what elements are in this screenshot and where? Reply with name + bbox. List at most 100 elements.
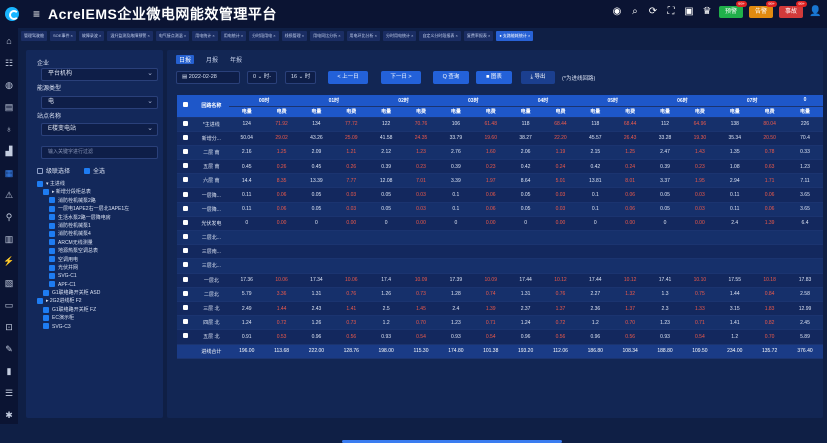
row-checkbox[interactable] xyxy=(182,290,188,296)
tree-node[interactable]: ▸ 新增分段柜总表 xyxy=(37,188,161,196)
tree-node[interactable]: ARCM无线测量 xyxy=(37,239,161,247)
tab-yearly[interactable]: 年报 xyxy=(230,55,242,64)
globe-icon[interactable]: ◍ xyxy=(0,76,18,94)
alert-icon[interactable]: ⚠ xyxy=(0,186,18,204)
header-checkbox[interactable] xyxy=(182,102,188,108)
tab-item[interactable]: SOE事件 × xyxy=(50,31,76,41)
tab-item[interactable]: 用电统计 × xyxy=(220,31,247,41)
hour-from-select[interactable]: 0 ⌄ 时- xyxy=(247,71,278,84)
tab-item[interactable]: 电气接点测温 × xyxy=(155,31,190,41)
table-row[interactable]: 二层北... xyxy=(177,230,823,246)
row-select[interactable] xyxy=(177,117,194,132)
tree-checkbox[interactable] xyxy=(49,247,55,254)
tab-item[interactable]: 自定义分时段报表 × xyxy=(419,31,461,41)
tree-checkbox[interactable] xyxy=(37,298,43,305)
tree-node[interactable]: APF-C1 xyxy=(37,281,161,289)
cascade-select[interactable]: 级联选择 xyxy=(37,166,70,175)
tab-monthly[interactable]: 月报 xyxy=(206,55,218,64)
enterprise-select[interactable]: 平台机构 xyxy=(41,68,158,81)
table-icon[interactable]: ▧ xyxy=(0,274,18,292)
tree-checkbox[interactable] xyxy=(43,323,49,330)
tab-item[interactable]: 故障录波 × xyxy=(78,31,105,41)
tab-item[interactable]: 用电环比分析 × xyxy=(346,31,380,41)
tree-checkbox[interactable] xyxy=(49,214,55,221)
date-picker[interactable]: ▤ 2022-02-28 xyxy=(176,71,240,84)
table-row[interactable]: *主进线 124 71.92 134 77.72 122 70.76 106 61.48 118 6… xyxy=(177,117,823,132)
tree-checkbox[interactable] xyxy=(43,289,49,296)
energy-type-select[interactable]: 电 xyxy=(41,96,158,109)
tree-checkbox[interactable] xyxy=(49,256,55,263)
hour-to-select[interactable]: 16 ⌄ 时 xyxy=(285,71,317,84)
tree-checkbox[interactable] xyxy=(49,264,55,271)
select-col[interactable] xyxy=(177,95,194,118)
home-icon[interactable]: ⌂ xyxy=(0,32,18,50)
row-select[interactable] xyxy=(177,287,194,302)
tree-node[interactable]: 消防栓机械泵4 xyxy=(37,230,161,238)
table-row[interactable]: 三层 北 2.49 1.44 2.43 1.41 2.5 1.45 2.4 1.39 2.37 1.… xyxy=(177,301,823,317)
row-select[interactable] xyxy=(177,244,194,260)
tab-daily[interactable]: 日报 xyxy=(176,55,195,64)
row-checkbox[interactable] xyxy=(182,205,188,211)
tree-checkbox[interactable] xyxy=(43,189,49,196)
grid-icon[interactable]: ▥ xyxy=(0,230,18,248)
tree-checkbox[interactable] xyxy=(43,306,49,313)
row-checkbox[interactable] xyxy=(182,134,188,140)
chart-button[interactable]: ■ 图表 xyxy=(476,71,512,84)
table-row[interactable]: 一层降... 0.11 0.06 0.05 0.03 0.05 0.03 0.1 0.06 0.0… xyxy=(177,187,823,203)
row-select[interactable] xyxy=(177,301,194,317)
edit-icon[interactable]: ✎ xyxy=(0,340,18,358)
monitor-icon[interactable]: ☷ xyxy=(0,54,18,72)
row-select[interactable] xyxy=(177,145,194,161)
tab-item[interactable]: 线损管理 × xyxy=(281,31,308,41)
tab-item[interactable]: 用电统计 × xyxy=(192,31,218,41)
github-icon[interactable]: ◉ xyxy=(611,6,623,18)
tree-node[interactable]: ▸ 2G2进线柜 F2 xyxy=(37,297,161,305)
tree-checkbox[interactable] xyxy=(49,239,55,246)
row-select[interactable] xyxy=(177,131,194,146)
chart-icon[interactable]: ▟ xyxy=(0,142,18,160)
tree-node[interactable]: 一层电1APE2右一层北1APE1左 xyxy=(37,205,161,213)
select-all-checkbox[interactable] xyxy=(84,168,90,175)
row-select[interactable] xyxy=(177,344,194,359)
table-row[interactable]: 二层 南 2.16 1.25 2.09 1.21 2.12 1.23 2.76 1.60 2.06… xyxy=(177,145,823,161)
table-row[interactable]: 三层北... xyxy=(177,258,823,274)
tab-item[interactable]: 分时用电统计 × xyxy=(382,31,417,41)
tree-checkbox[interactable] xyxy=(49,272,55,279)
tree-node[interactable]: SVG-C1 xyxy=(37,272,161,280)
tree-checkbox[interactable] xyxy=(49,197,55,204)
settings-icon[interactable]: ✱ xyxy=(0,406,18,424)
tree-checkbox[interactable] xyxy=(49,231,55,238)
tree-node[interactable]: SVG-C3 xyxy=(37,323,161,331)
row-checkbox[interactable] xyxy=(182,276,188,282)
device-icon[interactable]: ▤ xyxy=(0,98,18,116)
tree-checkbox[interactable] xyxy=(49,205,55,212)
refresh-icon[interactable]: ⟳ xyxy=(647,6,659,18)
tree-node[interactable]: G1联络路开关柜 FZ xyxy=(37,306,161,314)
tab-item[interactable]: 温升监测及故障预警 × xyxy=(107,31,153,41)
row-select[interactable] xyxy=(177,273,194,288)
tree-node[interactable]: 消防栓机械泵2路 xyxy=(37,197,161,205)
row-select[interactable] xyxy=(177,315,194,331)
row-select[interactable] xyxy=(177,202,194,217)
total-row[interactable]: 进线合计 196.00 113.68 222.00 128.76 198.00 115.30… xyxy=(177,344,823,359)
bulb-icon[interactable]: ♁ xyxy=(0,120,18,138)
row-select[interactable] xyxy=(177,159,194,175)
row-select[interactable] xyxy=(177,230,194,246)
accident-badge[interactable]: 事故 99+ xyxy=(778,1,807,18)
table-row[interactable]: 六层 南 14.4 8.35 13.39 7.77 12.08 7.01 3.39 1.97 8.… xyxy=(177,173,823,189)
tree-node[interactable]: 地源热泵空调总表 xyxy=(37,247,161,255)
row-checkbox[interactable] xyxy=(182,234,188,240)
tree-node[interactable]: 光伏并网 xyxy=(37,264,161,272)
warning-badge[interactable]: 预警 99+ xyxy=(718,1,747,18)
layout-icon[interactable]: ▣ xyxy=(683,6,695,18)
tab-item[interactable]: 分时段用电 × xyxy=(249,31,279,41)
fullscreen-icon[interactable]: ⛶ xyxy=(665,6,677,18)
table-row[interactable]: 二层北 5.79 3.36 1.31 0.76 1.26 0.73 1.28 0.74 1.31 0… xyxy=(177,287,823,302)
lock-icon[interactable]: ⊡ xyxy=(0,318,18,336)
table-row[interactable]: 四层 北 1.24 0.72 1.26 0.73 1.2 0.70 1.23 0.71 1.24 0… xyxy=(177,315,823,331)
table-row[interactable]: 五层 北 0.91 0.53 0.96 0.56 0.93 0.54 0.93 0.54 0.96… xyxy=(177,329,823,345)
tab-item[interactable]: 用电同比分析 × xyxy=(310,31,344,41)
row-select[interactable] xyxy=(177,258,194,274)
query-button[interactable]: Q 查询 xyxy=(433,71,469,84)
menu-toggle-icon[interactable]: ≡ xyxy=(33,7,40,21)
